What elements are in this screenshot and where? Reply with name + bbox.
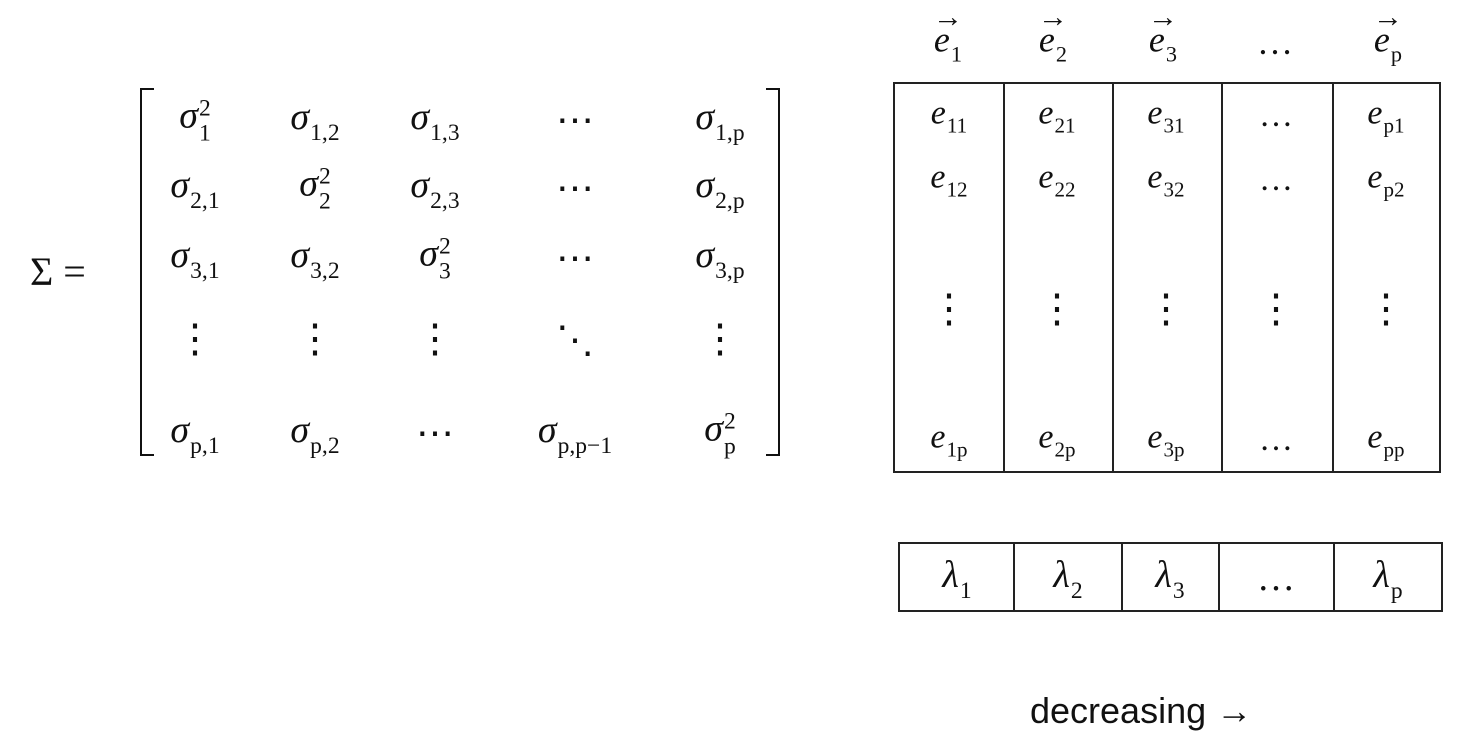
eigenvalue-3: λ3	[1155, 553, 1185, 604]
eigenvalue-column-divider	[1121, 544, 1123, 610]
decreasing-caption: decreasing →	[1030, 690, 1253, 731]
eigenvalue-column-divider	[1013, 544, 1015, 610]
vector-arrow-icon: →	[932, 0, 963, 34]
eigenvalue-2: λ2	[1053, 553, 1083, 604]
sigma-entry-2-5: σ 2,p	[695, 163, 745, 214]
eigenvector-column-divider	[1003, 84, 1005, 471]
sigma-entry-5-5: σ2p	[704, 407, 736, 460]
eigenvector-vdots: ⋮	[1146, 289, 1186, 331]
vertical-dots: ⋮	[1037, 286, 1077, 331]
eigenvector-entry: e 21	[1038, 94, 1076, 139]
eigenvector-entry: e 31	[1147, 94, 1185, 139]
vector-arrow-icon: →	[1147, 0, 1178, 34]
eigenvector-entry: e 12	[930, 158, 968, 203]
eigenvector-vdots: ⋮	[1037, 289, 1077, 331]
vector-arrow-icon: →	[1037, 0, 1068, 34]
eigenvalue-4: …	[1257, 557, 1295, 599]
eigenvector-entry-last: e 1p	[930, 418, 968, 463]
eigenvector-header-4: …	[1257, 22, 1293, 62]
eigenvector-entry: e 32	[1147, 158, 1185, 203]
vertical-dots: ⋮	[700, 316, 740, 361]
eigenvalue-column-divider	[1333, 544, 1335, 610]
sigma-entry-5-2: σ p,2	[290, 408, 340, 459]
eigenvector-column-divider	[1332, 84, 1334, 471]
sigma-entry-1-2: σ 1,2	[290, 95, 340, 146]
sigma-entry-2-4: ⋯	[556, 167, 594, 210]
eigenvector-header-3: e 3 →	[1147, 0, 1178, 67]
eigenvector-entry: e p2	[1367, 158, 1405, 203]
eigenvector-table: e 11 e 12 ⋮ e 1p e 21 e 22 ⋮ e 2p e 31 e 32 ⋮ e 3p … … ⋮ … e p1 e p2…	[893, 82, 1441, 473]
sigma-entry-5-1: σ p,1	[170, 408, 220, 459]
sigma-entry-2-3: σ 2,3	[410, 163, 460, 214]
sigma-entry-3-5: σ 3,p	[695, 233, 745, 284]
sigma-entry-4-5: ⋮	[700, 318, 740, 362]
sigma-entry-4-3: ⋮	[415, 318, 455, 362]
eigenvector-header-5: e p →	[1372, 0, 1403, 67]
sigma-entry-1-5: σ 1,p	[695, 95, 745, 146]
sigma-entry-3-1: σ 3,1	[170, 233, 220, 284]
covariance-matrix: σ 2 1 σ 1,2 σ 1,3 ⋯ σ 1,p σ 2,1 σ 2 2 σ 2,3 ⋯ σ 2,p σ 3,1 σ 3,2…	[140, 88, 780, 460]
eigenvector-entry-last: …	[1259, 421, 1293, 458]
eigenvector-column-divider	[1221, 84, 1223, 471]
sigma-entry-5-4: σ p,p−1	[537, 408, 613, 459]
sigma-entry-4-4: ⋱	[556, 319, 594, 362]
eigenvalue-1: λ1	[942, 553, 972, 604]
eigenvector-entry: …	[1259, 97, 1293, 134]
sigma-entry-5-3: ⋯	[416, 412, 454, 455]
sigma-entry-3-4: ⋯	[556, 237, 594, 280]
sigma-entry-3-2: σ 3,2	[290, 233, 340, 284]
vertical-dots: ⋮	[295, 316, 335, 361]
eigenvector-entry-last: e 2p	[1038, 418, 1076, 463]
vertical-dots: ⋮	[415, 316, 455, 361]
sigma-entry-4-1: ⋮	[175, 318, 215, 362]
sigma-entry-1-4: ⋯	[556, 99, 594, 142]
sigma-label: Σ =	[30, 249, 86, 294]
eigenvector-entry-last: e pp	[1367, 418, 1405, 463]
vertical-dots: ⋮	[175, 316, 215, 361]
vertical-dots: ⋮	[929, 286, 969, 331]
eigenvector-entry: e 11	[930, 94, 968, 139]
eigenvector-entry: e p1	[1367, 94, 1405, 139]
sigma-entry-3-3: σ23	[419, 232, 451, 285]
vertical-dots: ⋮	[1146, 286, 1186, 331]
eigenvector-entry-last: e 3p	[1147, 418, 1185, 463]
vertical-dots: ⋮	[1256, 286, 1296, 331]
left-bracket	[140, 88, 154, 456]
sigma-entry-2-1: σ 2,1	[170, 163, 220, 214]
sigma-entry-2-2: σ22	[299, 162, 331, 215]
eigenvector-entry: …	[1259, 161, 1293, 198]
sigma-entry-1-3: σ 1,3	[410, 95, 460, 146]
eigenvector-header-1: e 1 →	[932, 0, 963, 67]
eigenvector-entry: e 22	[1038, 158, 1076, 203]
eigenvalue-5: λp	[1373, 553, 1403, 604]
sigma-entry-4-2: ⋮	[295, 318, 335, 362]
eigenvalue-table: λ 1 λ 2 λ 3 … λ p	[898, 542, 1443, 612]
eigenvector-vdots: ⋮	[1366, 289, 1406, 331]
vertical-dots: ⋮	[1366, 286, 1406, 331]
vector-arrow-icon: →	[1372, 0, 1403, 34]
sigma-entry-1-1: σ21	[179, 94, 211, 147]
right-bracket	[766, 88, 780, 456]
eigenvector-vdots: ⋮	[1256, 289, 1296, 331]
eigenvector-column-divider	[1112, 84, 1114, 471]
eigenvalue-column-divider	[1218, 544, 1220, 610]
eigenvector-header-2: e 2 →	[1037, 0, 1068, 67]
eigenvector-vdots: ⋮	[929, 289, 969, 331]
